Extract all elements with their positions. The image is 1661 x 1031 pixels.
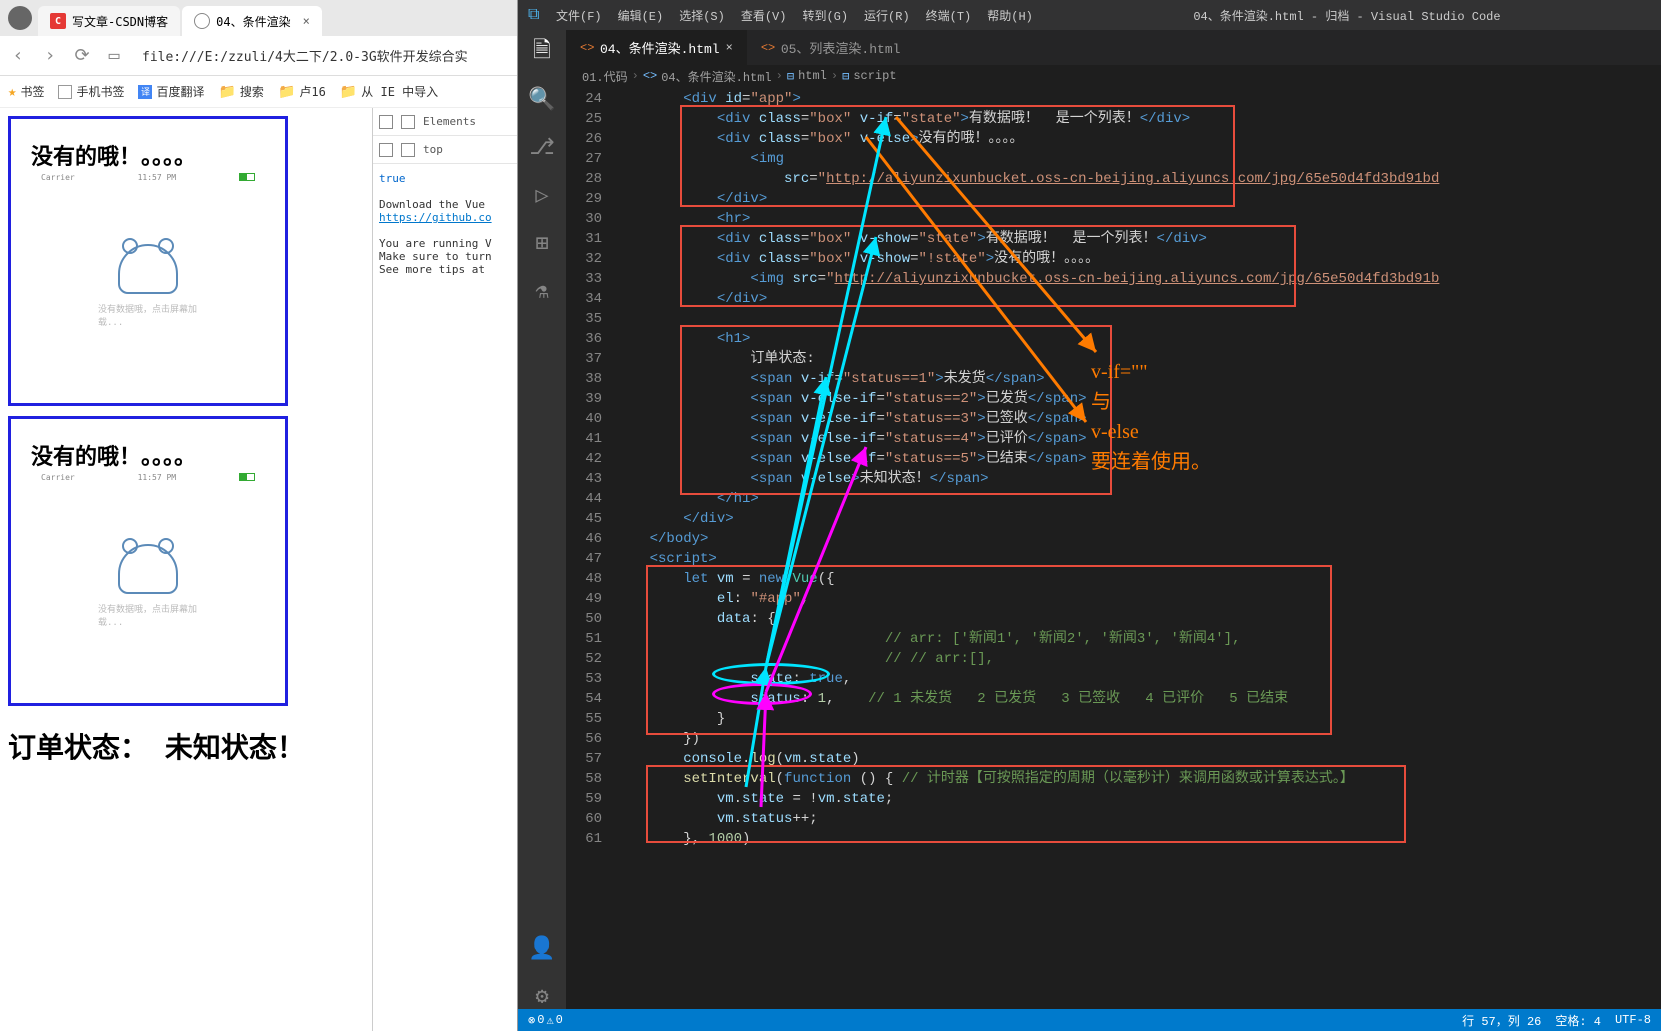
- vscode-logo-icon: ⧉: [528, 6, 546, 24]
- csdn-icon: C: [50, 13, 66, 29]
- url-input[interactable]: file:///E:/zzuli/4大二下/2.0-3G软件开发综合实: [136, 46, 509, 65]
- menu-goto[interactable]: 转到(G): [796, 7, 854, 24]
- cursor-position[interactable]: 行 57，列 26: [1462, 1012, 1541, 1029]
- explorer-icon[interactable]: 🗎: [530, 40, 554, 64]
- folder-icon: 📁: [278, 84, 295, 100]
- editor-tabs: <>04、条件渲染.html× <>05、列表渲染.html: [566, 30, 1661, 65]
- star-icon: ★: [8, 84, 16, 100]
- indentation[interactable]: 空格: 4: [1555, 1012, 1601, 1029]
- status-bar: ⊗0 ⚠0 行 57，列 26 空格: 4 UTF-8: [518, 1009, 1661, 1031]
- code-editor[interactable]: 2425262728293031323334353637383940414243…: [566, 87, 1661, 1009]
- settings-icon[interactable]: ⚙: [530, 985, 554, 1009]
- browser-tab[interactable]: 04、条件渲染 ×: [182, 6, 322, 36]
- filter-icon[interactable]: [401, 143, 415, 157]
- menu-view[interactable]: 查看(V): [735, 7, 793, 24]
- editor-tab[interactable]: <>04、条件渲染.html×: [566, 30, 747, 65]
- bookmark-item[interactable]: 📁搜索: [218, 83, 263, 100]
- translate-icon: 译: [138, 85, 152, 99]
- titlebar: ⧉ 文件(F) 编辑(E) 选择(S) 查看(V) 转到(G) 运行(R) 终端…: [518, 0, 1661, 30]
- bookmarks-bar: ★书签 手机书签 译百度翻译 📁搜索 📁卢16 📁从 IE 中导入: [0, 76, 517, 108]
- html-icon: <>: [580, 41, 594, 55]
- battery-icon: [239, 473, 255, 481]
- html-icon: <>: [643, 69, 657, 83]
- line-gutter: 2425262728293031323334353637383940414243…: [566, 87, 616, 1009]
- empty-state-image: 没有数据哦，点击屏幕加载...: [98, 244, 198, 328]
- address-bar: ‹ › ⟳ ▭ file:///E:/zzuli/4大二下/2.0-3G软件开发…: [0, 36, 517, 76]
- elements-tab[interactable]: Elements: [423, 115, 476, 128]
- reload-icon[interactable]: ⟳: [72, 46, 92, 66]
- bookmark-item[interactable]: 📁卢16: [278, 83, 326, 100]
- preview-frame: 没有的哦！。。。。 Carrier11:57 PM 没有数据哦，点击屏幕加载..…: [8, 116, 288, 406]
- console-line: Download the Vue: [379, 198, 511, 211]
- window-title: 04、条件渲染.html - 归档 - Visual Studio Code: [1043, 7, 1651, 24]
- code-icon: ⊟: [842, 69, 849, 84]
- html-icon: <>: [761, 41, 775, 55]
- devtools-toolbar: Elements: [373, 108, 517, 136]
- menu-file[interactable]: 文件(F): [550, 7, 608, 24]
- error-icon: ⊗: [528, 1013, 535, 1028]
- problems-button[interactable]: ⊗0 ⚠0: [528, 1013, 563, 1028]
- console-line: Make sure to turn: [379, 250, 511, 263]
- status-bar: Carrier11:57 PM: [21, 471, 275, 484]
- menu-terminal[interactable]: 终端(T): [920, 7, 978, 24]
- frame-heading: 没有的哦！。。。。: [31, 439, 275, 471]
- device-icon[interactable]: [401, 115, 415, 129]
- close-icon[interactable]: ×: [303, 14, 310, 28]
- tab-title: 写文章-CSDN博客: [72, 13, 168, 30]
- browser-tab[interactable]: C 写文章-CSDN博客: [38, 6, 180, 36]
- console-line: true: [379, 172, 511, 185]
- bookmark-item[interactable]: 手机书签: [58, 83, 124, 100]
- vscode-window: ⧉ 文件(F) 编辑(E) 选择(S) 查看(V) 转到(G) 运行(R) 终端…: [518, 0, 1661, 1031]
- folder-icon: 📁: [218, 84, 235, 100]
- code-icon: ⊟: [787, 69, 794, 84]
- browser-tabbar: C 写文章-CSDN博客 04、条件渲染 ×: [0, 0, 517, 36]
- warning-icon: ⚠: [546, 1013, 553, 1028]
- annotation-text: v-if="" 与 v-else 要连着使用。: [1091, 357, 1211, 477]
- forward-icon[interactable]: ›: [40, 46, 60, 66]
- tab-title: 04、条件渲染: [216, 13, 290, 30]
- editor-tab[interactable]: <>05、列表渲染.html: [747, 30, 915, 65]
- search-icon[interactable]: 🔍: [530, 88, 554, 112]
- menu-help[interactable]: 帮助(H): [981, 7, 1039, 24]
- code-body[interactable]: <div id="app"> <div class="box" v-if="st…: [616, 87, 1661, 1009]
- bookmark-item[interactable]: 译百度翻译: [138, 83, 204, 100]
- devtools-panel: Elements top true Download the Vue https…: [372, 108, 517, 1031]
- console-output: true Download the Vue https://github.co …: [373, 164, 517, 284]
- menu-edit[interactable]: 编辑(E): [612, 7, 670, 24]
- account-icon[interactable]: 👤: [530, 937, 554, 961]
- bookmarks-button[interactable]: ★书签: [8, 83, 44, 100]
- console-line: See more tips at: [379, 263, 511, 276]
- read-icon[interactable]: ▭: [104, 46, 124, 66]
- status-bar: Carrier11:57 PM: [21, 171, 275, 184]
- menu-run[interactable]: 运行(R): [858, 7, 916, 24]
- clear-icon[interactable]: [379, 143, 393, 157]
- close-icon[interactable]: ×: [726, 41, 733, 55]
- bookmark-item[interactable]: 📁从 IE 中导入: [340, 83, 438, 100]
- source-control-icon[interactable]: ⎇: [530, 136, 554, 160]
- run-debug-icon[interactable]: ▷: [530, 184, 554, 208]
- console-link[interactable]: https://github.co: [379, 211, 511, 224]
- folder-icon: 📁: [340, 84, 357, 100]
- encoding[interactable]: UTF-8: [1615, 1013, 1651, 1027]
- frame-heading: 没有的哦！。。。。: [31, 139, 275, 171]
- page-content: 没有的哦！。。。。 Carrier11:57 PM 没有数据哦，点击屏幕加载..…: [0, 108, 372, 1031]
- app-icon: [8, 6, 32, 30]
- phone-icon: [58, 85, 72, 99]
- order-status-heading: 订单状态： 未知状态！: [8, 726, 364, 766]
- preview-frame: 没有的哦！。。。。 Carrier11:57 PM 没有数据哦，点击屏幕加载..…: [8, 416, 288, 706]
- console-line: You are running V: [379, 237, 511, 250]
- console-toolbar: top: [373, 136, 517, 164]
- browser-window: C 写文章-CSDN博客 04、条件渲染 × ‹ › ⟳ ▭ file:///E:/…: [0, 0, 518, 1031]
- extensions-icon[interactable]: ⊞: [530, 232, 554, 256]
- file-icon: [194, 13, 210, 29]
- testing-icon[interactable]: ⚗: [530, 280, 554, 304]
- battery-icon: [239, 173, 255, 181]
- back-icon[interactable]: ‹: [8, 46, 28, 66]
- context-select[interactable]: top: [423, 143, 443, 156]
- menu-select[interactable]: 选择(S): [673, 7, 731, 24]
- empty-state-image: 没有数据哦，点击屏幕加载...: [98, 544, 198, 628]
- activity-bar: 🗎 🔍 ⎇ ▷ ⊞ ⚗ 👤 ⚙: [518, 30, 566, 1009]
- breadcrumb[interactable]: 01.代码› <>04、条件渲染.html› ⊟html› ⊟script: [566, 65, 1661, 87]
- inspect-icon[interactable]: [379, 115, 393, 129]
